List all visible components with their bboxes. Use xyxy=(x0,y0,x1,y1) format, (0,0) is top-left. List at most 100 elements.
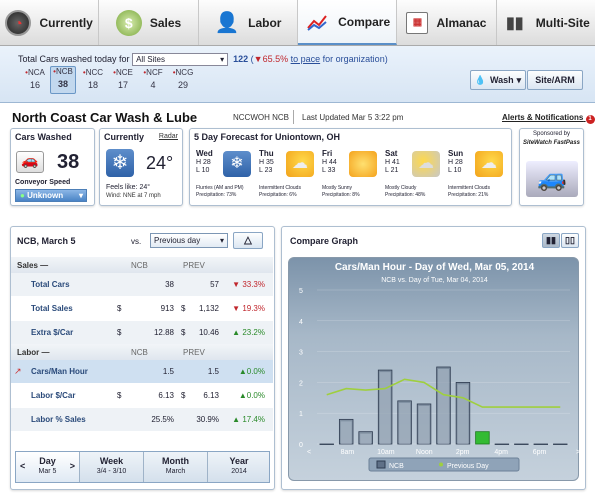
gauge-icon: ◔ xyxy=(5,9,32,36)
site-nce[interactable]: •NCE 17 xyxy=(110,68,136,90)
delta-icon: △ xyxy=(244,235,252,246)
chart-bar-highlight xyxy=(438,369,449,444)
x-tick-label: 10am xyxy=(377,449,395,456)
nav-tab-labor[interactable]: 👤 Labor xyxy=(199,0,298,45)
x-tick-label: Noon xyxy=(416,449,433,456)
x-tick-label: 4pm xyxy=(494,449,508,456)
graph-panel-title: Compare Graph xyxy=(290,236,359,246)
period-tab-month[interactable]: Month March xyxy=(144,452,208,482)
chart-bar-highlight xyxy=(457,384,469,444)
compare-chart: Cars/Man Hour - Day of Wed, Mar 05, 2014… xyxy=(299,262,580,472)
chart-subtitle: NCB vs. Day of Tue, Mar 04, 2014 xyxy=(381,277,488,284)
metric-label: Labor $/Car xyxy=(31,391,76,400)
chart-title: Cars/Man Hour - Day of Wed, Mar 05, 2014 xyxy=(335,262,535,273)
x-tick-label: > xyxy=(576,449,580,456)
calendar-icon: ▦ xyxy=(406,11,429,34)
table-row[interactable]: Labor $/Car $ 6.13 $ 6.13 ▲0.0% xyxy=(11,384,273,407)
nav-tab-compare[interactable]: Compare xyxy=(297,0,398,45)
table-row[interactable]: Extra $/Car $ 12.88 $ 10.46 ▲ 23.2% xyxy=(11,321,273,344)
water-drop-icon: 💧 xyxy=(474,74,486,85)
site-date: NCB, March 5 xyxy=(17,236,76,246)
metric-current: 12.88 xyxy=(153,328,174,337)
period-tab-day[interactable]: < Day Mar 5 > xyxy=(16,452,80,482)
y-tick-label: 3 xyxy=(299,350,303,357)
y-tick-label: 4 xyxy=(299,319,303,326)
metric-label: Extra $/Car xyxy=(31,328,74,337)
chart-bar xyxy=(553,443,568,445)
split-chart-toggle-icon[interactable]: ▯▯ xyxy=(561,233,579,248)
compare-table-panel: NCB, March 5 vs. Previous day ▾ △ Sales —… xyxy=(10,226,275,490)
divider xyxy=(293,110,294,124)
bar-chart-toggle-icon[interactable]: ▮▮ xyxy=(542,233,560,248)
alerts-link[interactable]: Alerts & Notifications 1 xyxy=(502,113,595,124)
nav-tab-sales[interactable]: $ Sales xyxy=(99,0,199,45)
y-tick-label: 1 xyxy=(299,411,303,418)
site-ncc[interactable]: •NCC 18 xyxy=(80,68,106,90)
forecast-day: Sat H 41 L 21 ☁ Mostly Cloudy Precipitat… xyxy=(385,149,445,204)
table-row[interactable]: ↗ Cars/Man Hour 1.5 1.5 ▲0.0% xyxy=(11,360,273,383)
chart-bar-highlight xyxy=(399,402,411,444)
site-arm-button[interactable]: Site/ARM xyxy=(527,70,583,90)
current-temp: 24° xyxy=(146,153,174,173)
sun-icon xyxy=(349,151,377,177)
car-photo: 🚙 xyxy=(526,161,578,197)
sponsor-logo: SiteWatch FastPass xyxy=(523,140,580,146)
labor-section-header: Labor — NCB PREV xyxy=(11,344,273,360)
conveyor-speed-select[interactable]: ● Unknown ▾ xyxy=(15,189,87,202)
x-tick-label: 6pm xyxy=(533,449,547,456)
site-bar: Total Cars washed today for All Sites ▾ 1… xyxy=(0,46,595,103)
metric-change: ▲0.0% xyxy=(238,391,265,400)
chart-bar xyxy=(514,443,529,445)
nav-tab-currently[interactable]: ◔ Currently xyxy=(0,0,100,45)
period-tab-year[interactable]: Year 2014 xyxy=(208,452,270,482)
metric-current: 25.5% xyxy=(151,415,174,424)
person-icon: 👤 xyxy=(214,12,240,34)
dollar-coin-icon: $ xyxy=(115,9,142,36)
forecast-day: Thu H 35 L 23 ☁ Intermittent Clouds Prec… xyxy=(259,149,319,204)
wash-button[interactable]: 💧 Wash ▾ xyxy=(470,70,526,90)
legend-ncb-swatch xyxy=(376,460,386,469)
radar-link[interactable]: Radar xyxy=(159,133,178,140)
snow-icon: ❄ xyxy=(106,149,134,177)
sun-cloud-icon: ☁ xyxy=(475,151,503,177)
metric-change: ▲ 23.2% xyxy=(232,328,265,337)
metric-previous: 10.46 xyxy=(198,328,219,337)
legend-ncb-label: NCB xyxy=(389,463,404,470)
table-row[interactable]: Total Sales $ 913 $ 1,132 ▼ 19.3% xyxy=(11,297,273,320)
cloud-sun-icon: ☁ xyxy=(412,151,440,177)
table-row[interactable]: Total Cars 38 57 ▼ 33.3% xyxy=(11,273,273,296)
triangle-toggle-button[interactable]: △ xyxy=(233,232,263,249)
compare-graph-panel: Compare Graph ▮▮ ▯▯ Cars/Man Hour - Day … xyxy=(281,226,586,490)
table-row[interactable]: Labor % Sales 25.5% 30.9% ▲ 17.4% xyxy=(11,408,273,431)
metric-label: Total Sales xyxy=(31,304,73,313)
site-ncb[interactable]: •NCB 38 xyxy=(50,66,76,94)
x-tick-label: 2pm xyxy=(456,449,470,456)
metric-current: 1.5 xyxy=(162,367,174,376)
nav-tab-almanac[interactable]: ▦ Almanac xyxy=(397,0,497,45)
buildings-icon: ▮▮ xyxy=(505,14,524,32)
nav-tab-multi-site[interactable]: ▮▮ Multi-Site xyxy=(497,0,595,45)
site-select[interactable]: All Sites ▾ xyxy=(132,53,229,66)
x-tick-label: 8am xyxy=(341,449,355,456)
forecast-day: Fri H 44 L 33 Mostly Sunny Precipitation… xyxy=(322,149,382,204)
site-code: NCCWOH NCB xyxy=(233,113,289,122)
metric-previous: 1,132 xyxy=(198,304,219,313)
sponsor-card[interactable]: Sponsored by SiteWatch FastPass 🚙 xyxy=(519,128,584,206)
sun-cloud-icon: ☁ xyxy=(286,151,314,177)
period-tab-week[interactable]: Week 3/4 - 3/10 xyxy=(80,452,144,482)
metric-previous: 30.9% xyxy=(196,415,219,424)
cars-washed-count: 38 xyxy=(57,151,80,173)
x-tick-label: < xyxy=(307,449,311,456)
metric-label: Total Cars xyxy=(31,280,70,289)
period-select[interactable]: Previous day ▾ xyxy=(150,233,228,248)
metric-change: ▲ 17.4% xyxy=(232,415,265,424)
site-ncg[interactable]: •NCG 29 xyxy=(170,68,196,90)
pace-link[interactable]: to pace xyxy=(291,54,321,64)
alerts-count-badge: 1 xyxy=(585,115,595,124)
trend-line-icon: ↗ xyxy=(14,366,22,376)
forecast-day: Sun H 28 L 10 ☁ Intermittent Clouds Prec… xyxy=(448,149,508,204)
chart-bar xyxy=(533,443,549,445)
site-nca[interactable]: •NCA 16 xyxy=(22,68,48,90)
metric-change: ▼ 19.3% xyxy=(232,304,265,313)
site-ncf[interactable]: •NCF 4 xyxy=(140,68,166,90)
